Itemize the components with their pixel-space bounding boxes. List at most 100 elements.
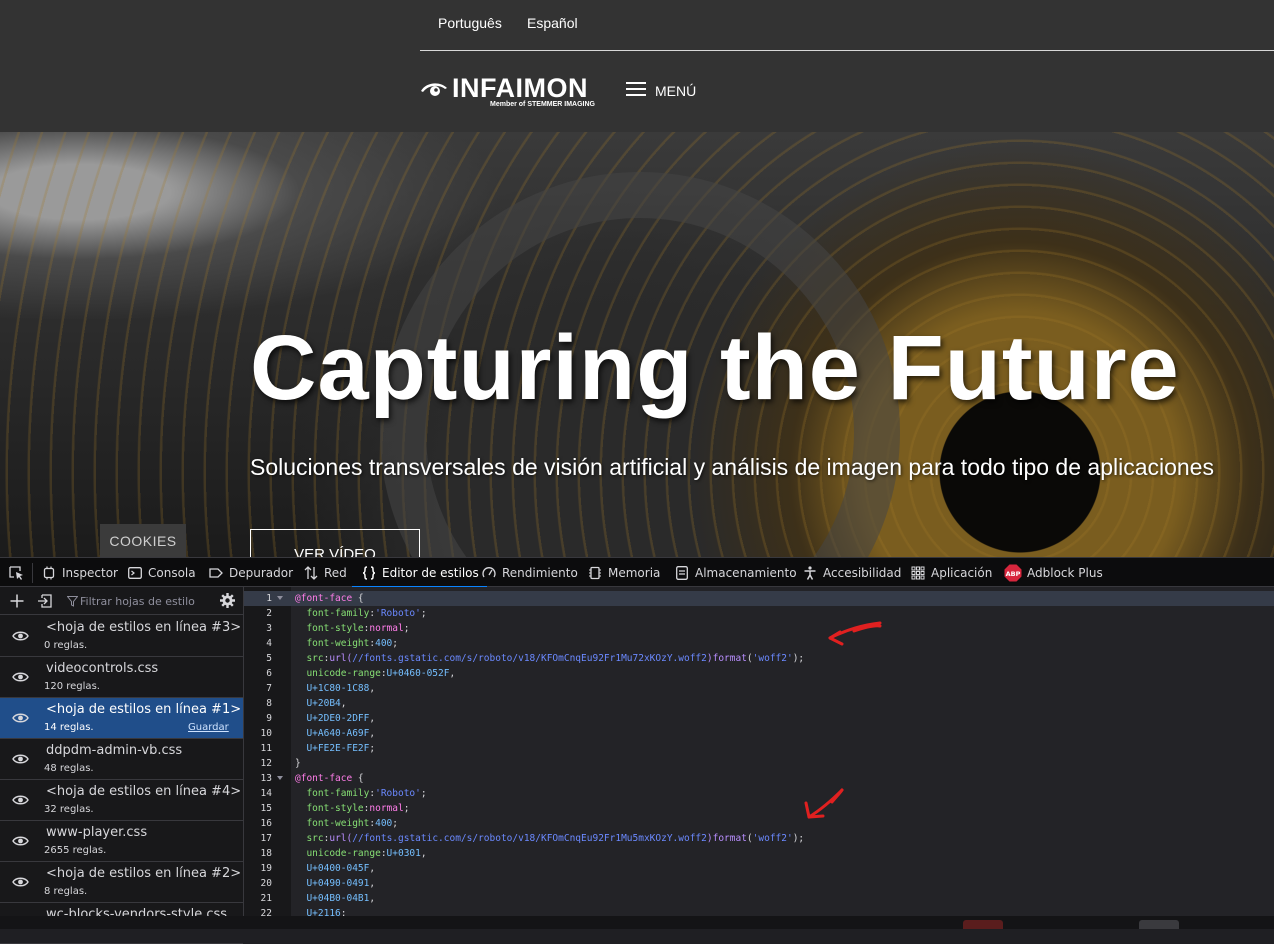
language-link-espanol[interactable]: Español	[527, 15, 578, 31]
tab-inspector[interactable]: Inspector	[42, 558, 118, 587]
fold-toggle-icon[interactable]	[277, 776, 283, 780]
code-line[interactable]: 12}	[244, 756, 1274, 771]
fold-toggle-icon[interactable]	[277, 596, 283, 600]
code-token: U+0400-045F	[306, 863, 370, 874]
tab-label: Adblock Plus	[1027, 565, 1103, 580]
stylesheet-item[interactable]: videocontrols.css 120 reglas.	[0, 657, 243, 698]
filter-stylesheets-input[interactable]	[80, 592, 210, 610]
tab-label: Depurador	[229, 565, 294, 580]
tab-debugger[interactable]: Depurador	[209, 558, 293, 587]
code-line[interactable]: 4 font-weight:400;	[244, 636, 1274, 651]
gear-icon[interactable]	[219, 592, 236, 609]
code-line[interactable]: 8 U+20B4,	[244, 696, 1274, 711]
eye-logo-icon	[421, 83, 447, 96]
line-number: 19	[260, 863, 272, 874]
code-token: 'Roboto'	[375, 608, 421, 619]
eye-icon[interactable]	[12, 671, 29, 683]
code-token: U+1C80-1C88	[306, 683, 370, 694]
stylesheet-item[interactable]: <hoja de estilos en línea #3> 0 reglas.	[0, 616, 243, 657]
style-editor[interactable]: 1 @font-face {2 font-family:'Roboto'; 3 fo…	[244, 587, 1274, 929]
code-token: );	[792, 833, 805, 844]
stylesheet-item[interactable]: <hoja de estilos en línea #1> 14 reglas. G…	[0, 698, 243, 739]
code-line[interactable]: 11 U+FE2E-FE2F;	[244, 741, 1274, 756]
tab-style-editor[interactable]: Editor de estilos	[352, 558, 487, 588]
code-token: U+FE2E-FE2F	[306, 743, 370, 754]
language-link-portugues[interactable]: Português	[438, 15, 502, 31]
code-token: ;	[420, 788, 427, 799]
code-line[interactable]: 19 U+0400-045F,	[244, 861, 1274, 876]
network-icon	[304, 565, 318, 580]
stylesheet-rule-count: 14 reglas.	[44, 722, 94, 733]
tab-performance[interactable]: Rendimiento	[482, 558, 578, 587]
element-picker-icon[interactable]	[8, 565, 24, 581]
tab-accessibility[interactable]: Accesibilidad	[803, 558, 901, 587]
eye-icon[interactable]	[12, 712, 29, 724]
code-line[interactable]: 18 unicode-range:U+0301,	[244, 846, 1274, 861]
code-token: font-weight	[306, 818, 370, 829]
code-token: U+04B0-04B1	[306, 893, 370, 904]
code-line[interactable]: 20 U+0490-0491,	[244, 876, 1274, 891]
stylesheet-item[interactable]: www-player.css 2655 reglas.	[0, 821, 243, 862]
tab-memory[interactable]: Memoria	[588, 558, 660, 587]
import-stylesheet-icon[interactable]	[37, 593, 53, 609]
sidebar-toolbar	[0, 587, 244, 615]
infaimon-logo[interactable]: INFAIMON Member of STEMMER IMAGING	[420, 73, 596, 109]
eye-icon[interactable]	[12, 630, 29, 642]
code-line[interactable]: 15 font-style:normal;	[244, 801, 1274, 816]
logo-subtext: Member of STEMMER IMAGING	[490, 101, 596, 108]
debugger-icon	[209, 567, 223, 578]
code-token: unicode-range	[306, 848, 381, 859]
code-line[interactable]: 16 font-weight:400;	[244, 816, 1274, 831]
code-token: ,	[369, 878, 376, 889]
code-token: U+0490-0491	[306, 878, 370, 889]
code-text: U+A640-A69F,	[295, 726, 375, 741]
code-line[interactable]: 1 @font-face {	[244, 591, 1274, 606]
tab-label: Red	[324, 565, 347, 580]
bottom-strip	[0, 916, 1274, 929]
add-stylesheet-icon[interactable]	[9, 593, 25, 609]
code-line[interactable]: 21 U+04B0-04B1,	[244, 891, 1274, 906]
code-line[interactable]: 14 font-family:'Roboto';	[244, 786, 1274, 801]
stylesheet-item[interactable]: <hoja de estilos en línea #4> 32 reglas.	[0, 780, 243, 821]
stylesheet-item[interactable]: <hoja de estilos en línea #2> 8 reglas.	[0, 862, 243, 903]
code-line[interactable]: 10 U+A640-A69F,	[244, 726, 1274, 741]
save-link[interactable]: Guardar	[188, 722, 229, 733]
code-line[interactable]: 13 @font-face {	[244, 771, 1274, 786]
code-line[interactable]: 9 U+2DE0-2DFF,	[244, 711, 1274, 726]
code-line[interactable]: 2 font-family:'Roboto';	[244, 606, 1274, 621]
code-token: ,	[369, 863, 376, 874]
tab-storage[interactable]: Almacenamiento	[675, 558, 797, 587]
watch-video-button[interactable]: VER VÍDEO	[250, 529, 420, 557]
tab-label: Inspector	[62, 565, 118, 580]
tab-label: Editor de estilos	[382, 565, 479, 580]
eye-icon[interactable]	[12, 876, 29, 888]
code-line[interactable]: 5 src:url(//fonts.gstatic.com/s/roboto/v…	[244, 651, 1274, 666]
eye-icon[interactable]	[12, 794, 29, 806]
code-token: U+20B4	[306, 698, 341, 709]
line-number: 14	[260, 788, 272, 799]
code-text: src:url(//fonts.gstatic.com/s/roboto/v18…	[295, 831, 804, 846]
performance-icon	[482, 566, 496, 577]
code-token: unicode-range	[306, 668, 381, 679]
code-line[interactable]: 7 U+1C80-1C88,	[244, 681, 1274, 696]
memory-icon	[589, 566, 601, 579]
tab-application[interactable]: Aplicación	[911, 558, 992, 587]
eye-icon[interactable]	[12, 835, 29, 847]
tab-label: Almacenamiento	[695, 565, 797, 580]
stylesheet-item[interactable]: ddpdm-admin-vb.css 48 reglas.	[0, 739, 243, 780]
code-token: src	[306, 833, 324, 844]
tab-adblock-plus[interactable]: ABP Adblock Plus	[1004, 558, 1103, 587]
line-number: 17	[260, 833, 272, 844]
eye-icon[interactable]	[12, 753, 29, 765]
tab-console[interactable]: Consola	[128, 558, 196, 587]
code-line[interactable]: 6 unicode-range:U+0460-052F,	[244, 666, 1274, 681]
code-line[interactable]: 17 src:url(//fonts.gstatic.com/s/roboto/…	[244, 831, 1274, 846]
stylesheet-rule-count: 8 reglas.	[44, 886, 88, 897]
cookies-tab[interactable]: COOKIES	[100, 524, 186, 557]
code-token: font-family	[306, 788, 370, 799]
code-line[interactable]: 3 font-style:normal;	[244, 621, 1274, 636]
tab-network[interactable]: Red	[304, 558, 347, 587]
accessibility-icon	[804, 565, 816, 580]
